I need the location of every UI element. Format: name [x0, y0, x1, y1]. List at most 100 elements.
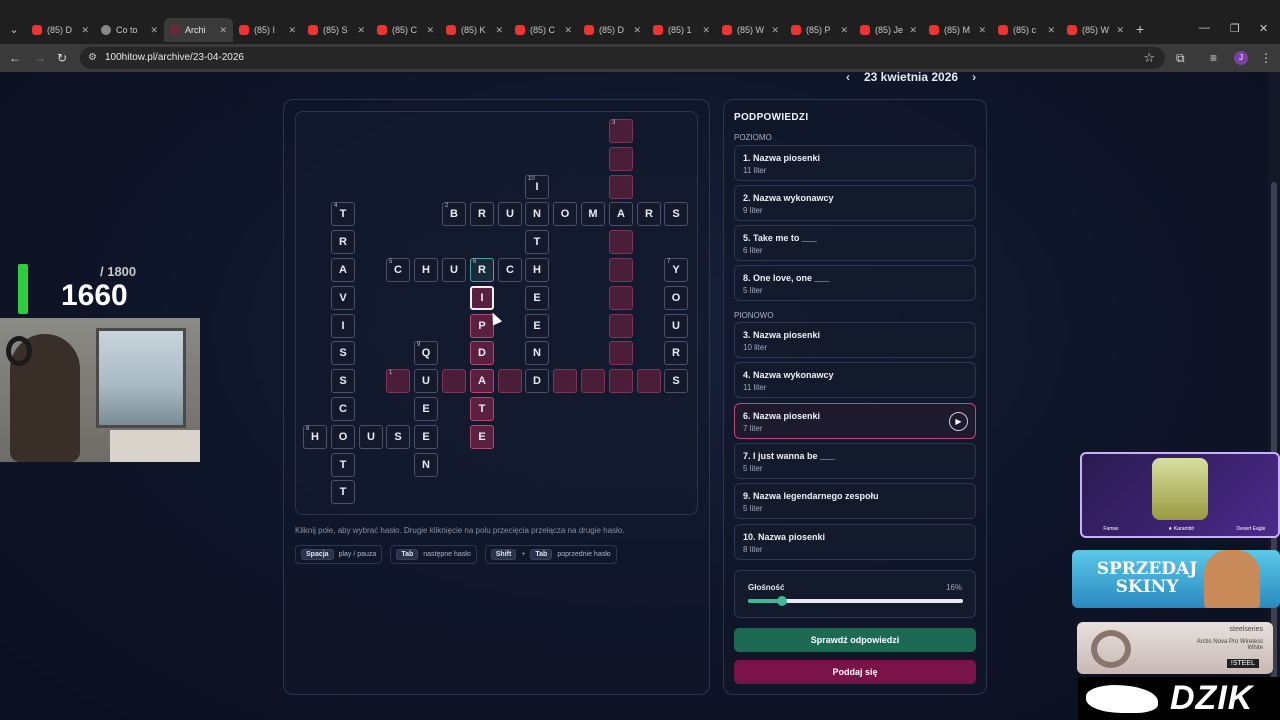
give-up-button[interactable]: Poddaj się: [734, 660, 976, 684]
clue-item[interactable]: 5. Take me to ___ 6 liter: [734, 225, 976, 261]
clue-item[interactable]: 1. Nazwa piosenki 11 liter: [734, 145, 976, 181]
crossword-cell[interactable]: E: [470, 425, 494, 449]
close-tab-icon[interactable]: ✕: [633, 25, 641, 36]
crossword-cell[interactable]: [609, 314, 633, 338]
close-tab-icon[interactable]: ✕: [1047, 25, 1055, 36]
crossword-cell[interactable]: I 10: [525, 175, 549, 199]
crossword-cell[interactable]: [609, 286, 633, 310]
back-icon[interactable]: ←: [9, 51, 21, 65]
browser-tab[interactable]: (85) 1 ✕: [647, 18, 716, 42]
crossword-cell[interactable]: T: [331, 480, 355, 504]
crossword-cell[interactable]: [609, 341, 633, 365]
crossword-cell[interactable]: T: [331, 453, 355, 477]
crossword-cell[interactable]: V: [331, 286, 355, 310]
crossword-cell[interactable]: D: [470, 341, 494, 365]
crossword-cell[interactable]: C5: [386, 258, 410, 282]
close-tab-icon[interactable]: ✕: [495, 25, 503, 36]
crossword-cell[interactable]: Q9: [414, 341, 438, 365]
check-answers-button[interactable]: Sprawdź odpowiedzi: [734, 628, 976, 652]
url-field[interactable]: ⚙ 100hitow.pl/archive/23-04-2026 ☆: [80, 47, 1165, 69]
browser-tab[interactable]: (85) Je ✕: [854, 18, 923, 42]
volume-slider[interactable]: [748, 596, 963, 606]
site-info-icon[interactable]: ⚙: [88, 52, 100, 64]
crossword-cell[interactable]: U: [664, 314, 688, 338]
crossword-cell[interactable]: N: [414, 453, 438, 477]
crossword-cell[interactable]: H8: [303, 425, 327, 449]
crossword-cell[interactable]: R: [470, 202, 494, 226]
browser-tab[interactable]: (85) C ✕: [509, 18, 578, 42]
close-tab-icon[interactable]: ✕: [357, 25, 365, 36]
crossword-cell[interactable]: E: [525, 286, 549, 310]
crossword-cell[interactable]: O: [553, 202, 577, 226]
volume-knob[interactable]: [777, 596, 788, 606]
browser-tab[interactable]: (85) c ✕: [992, 18, 1061, 42]
crossword-cell[interactable]: Y7: [664, 258, 688, 282]
crossword-cell[interactable]: 1: [386, 369, 410, 393]
bookmark-star-icon[interactable]: ☆: [1143, 50, 1155, 66]
close-tab-icon[interactable]: ✕: [771, 25, 779, 36]
crossword-cell[interactable]: A: [331, 258, 355, 282]
browser-tab[interactable]: (85) S ✕: [302, 18, 371, 42]
crossword-cell[interactable]: R6: [470, 258, 494, 282]
crossword-cell[interactable]: [442, 369, 466, 393]
media-control-icon[interactable]: ≡: [1210, 51, 1217, 65]
crossword-cell[interactable]: T: [470, 397, 494, 421]
clue-item[interactable]: 6. Nazwa piosenki 7 liter ▶: [734, 402, 976, 439]
close-tab-icon[interactable]: ✕: [840, 25, 848, 36]
crossword-cell[interactable]: R: [331, 230, 355, 254]
crossword-cell[interactable]: E: [525, 314, 549, 338]
browser-tab[interactable]: (85) C ✕: [371, 18, 440, 42]
crossword-cell[interactable]: E: [414, 425, 438, 449]
crossword-cell[interactable]: S: [664, 202, 688, 226]
crossword-cell[interactable]: U: [359, 425, 383, 449]
crossword-cell[interactable]: 3: [609, 119, 633, 143]
crossword-cell[interactable]: N: [525, 202, 549, 226]
forward-icon[interactable]: →: [34, 51, 46, 65]
maximize-icon[interactable]: ❐: [1230, 22, 1240, 35]
crossword-cell[interactable]: S: [331, 341, 355, 365]
chevron-right-icon[interactable]: ›: [972, 70, 976, 84]
crossword-cell[interactable]: D: [525, 369, 549, 393]
crossword-cell[interactable]: U: [498, 202, 522, 226]
crossword-cell[interactable]: I: [331, 314, 355, 338]
extensions-icon[interactable]: ⧉: [1176, 51, 1185, 65]
crossword-cell[interactable]: R: [637, 202, 661, 226]
browser-tab[interactable]: (85) D ✕: [26, 18, 95, 42]
clue-item[interactable]: 4. Nazwa wykonawcy 11 liter: [734, 362, 976, 399]
new-tab-icon[interactable]: +: [1136, 22, 1144, 36]
play-icon[interactable]: ▶: [949, 411, 968, 431]
crossword-cell[interactable]: O: [331, 425, 355, 449]
crossword-cell[interactable]: [609, 147, 633, 171]
tab-search-icon[interactable]: ⌄: [6, 22, 22, 38]
crossword-cell[interactable]: H: [414, 258, 438, 282]
crossword-cell[interactable]: S: [331, 369, 355, 393]
browser-tab[interactable]: (85) D ✕: [578, 18, 647, 42]
clue-item[interactable]: 3. Nazwa piosenki 10 liter: [734, 322, 976, 358]
crossword-cell[interactable]: A: [609, 202, 633, 226]
browser-tab[interactable]: (85) W ✕: [716, 18, 785, 42]
crossword-cell[interactable]: H: [525, 258, 549, 282]
crossword-cell[interactable]: T4: [331, 202, 355, 226]
crossword-cell[interactable]: S: [664, 369, 688, 393]
close-tab-icon[interactable]: ✕: [909, 25, 917, 36]
crossword-cell[interactable]: [553, 369, 577, 393]
clue-item[interactable]: 2. Nazwa wykonawcy 9 liter: [734, 185, 976, 221]
close-tab-icon[interactable]: ✕: [564, 25, 572, 36]
minimize-icon[interactable]: —: [1199, 22, 1210, 34]
close-tab-icon[interactable]: ✕: [1116, 25, 1124, 36]
crossword-cell[interactable]: [581, 369, 605, 393]
crossword-cell[interactable]: [609, 258, 633, 282]
chevron-left-icon[interactable]: ‹: [846, 70, 850, 84]
browser-menu-icon[interactable]: ⋮: [1260, 51, 1272, 65]
clue-item[interactable]: 8. One love, one ___ 5 liter: [734, 265, 976, 301]
close-tab-icon[interactable]: ✕: [288, 25, 296, 36]
crossword-cell[interactable]: N: [525, 341, 549, 365]
crossword-cell[interactable]: B2: [442, 202, 466, 226]
clue-item[interactable]: 9. Nazwa legendarnego zespołu 5 liter: [734, 483, 976, 520]
crossword-cell[interactable]: U: [414, 369, 438, 393]
close-tab-icon[interactable]: ✕: [219, 25, 227, 36]
browser-tab[interactable]: (85) P ✕: [785, 18, 854, 42]
close-window-icon[interactable]: ✕: [1259, 22, 1268, 35]
reload-icon[interactable]: ↻: [57, 51, 67, 65]
crossword-cell[interactable]: C: [331, 397, 355, 421]
